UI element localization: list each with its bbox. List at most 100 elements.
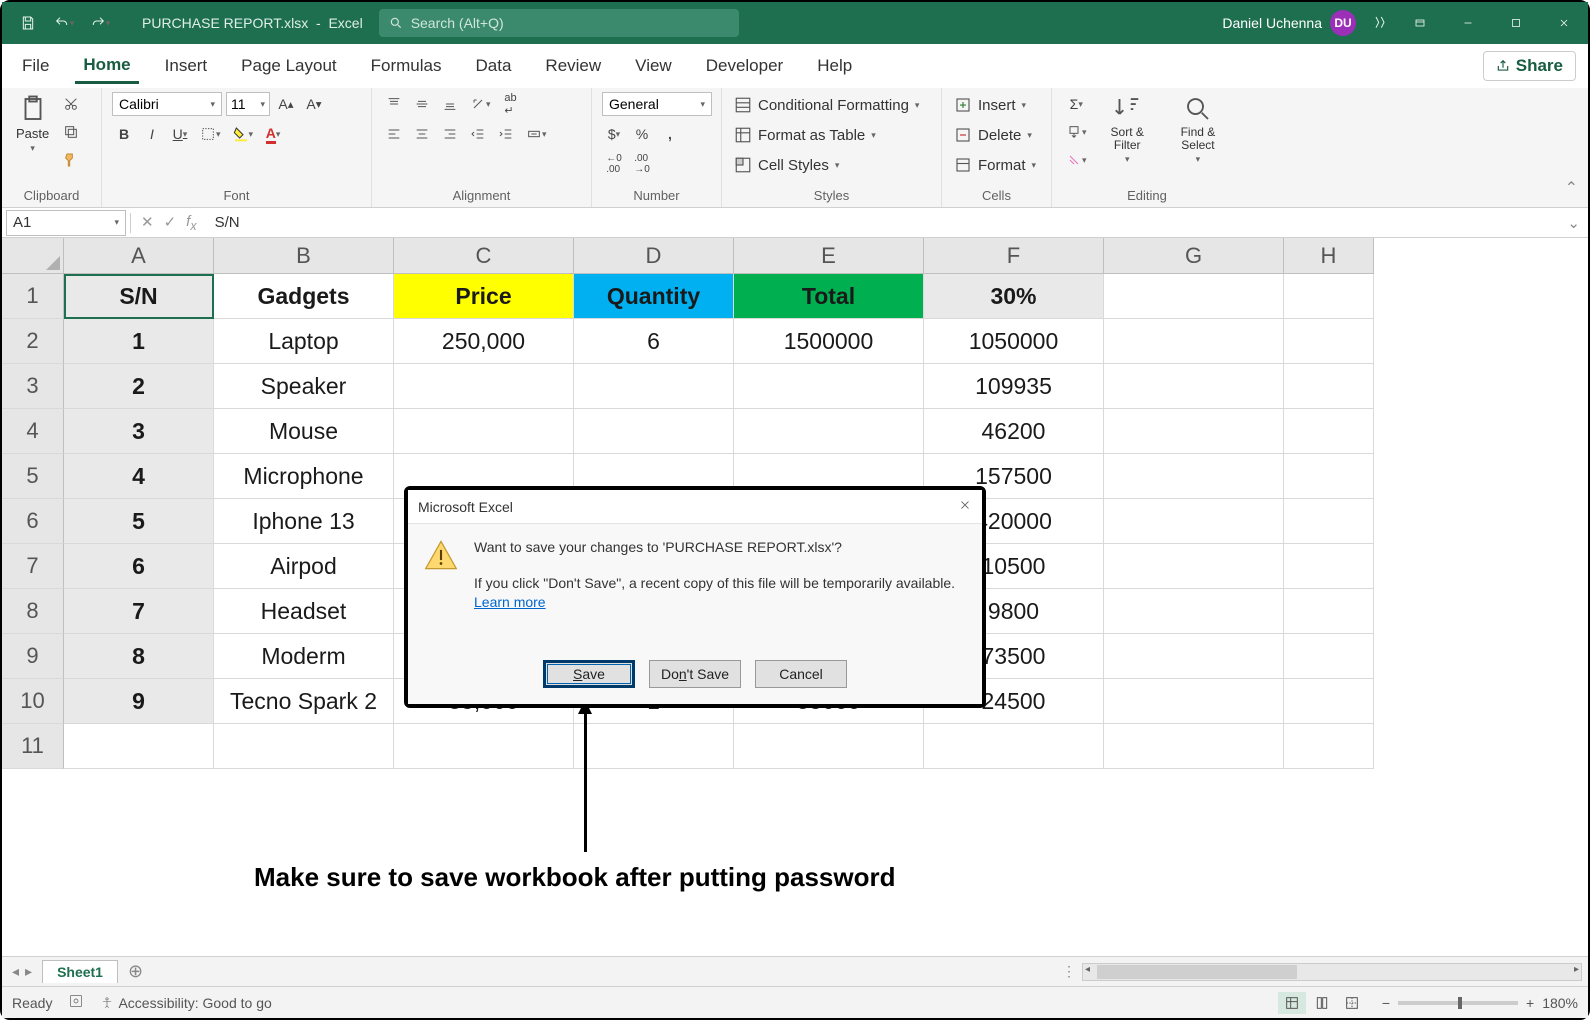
align-center-icon[interactable] bbox=[410, 122, 434, 146]
cell[interactable]: 30% bbox=[924, 274, 1104, 319]
cell[interactable] bbox=[1284, 499, 1374, 544]
cell[interactable] bbox=[1104, 724, 1284, 769]
save-icon[interactable] bbox=[12, 9, 44, 37]
prev-sheet-icon[interactable]: ◂ bbox=[12, 963, 19, 980]
cell[interactable]: 1 bbox=[64, 319, 214, 364]
number-format-select[interactable]: General▾ bbox=[602, 92, 712, 116]
dialog-close-icon[interactable] bbox=[958, 498, 972, 515]
align-top-icon[interactable] bbox=[382, 92, 406, 116]
cell[interactable] bbox=[394, 409, 574, 454]
row-header[interactable]: 11 bbox=[2, 724, 64, 769]
delete-cells-button[interactable]: Delete ▾ bbox=[952, 122, 1038, 148]
tab-data[interactable]: Data bbox=[468, 50, 520, 82]
fx-icon[interactable]: fx bbox=[186, 213, 196, 233]
redo-icon[interactable]: ▾ bbox=[84, 9, 116, 37]
cell[interactable]: 5 bbox=[64, 499, 214, 544]
cell[interactable] bbox=[1284, 274, 1374, 319]
cell-styles-button[interactable]: Cell Styles ▾ bbox=[732, 152, 921, 178]
cell[interactable]: Moderm bbox=[214, 634, 394, 679]
close-icon[interactable] bbox=[1540, 2, 1588, 44]
fill-color-icon[interactable]: ▾ bbox=[229, 122, 258, 146]
minimize-icon[interactable] bbox=[1444, 2, 1492, 44]
cell[interactable] bbox=[1284, 364, 1374, 409]
align-bottom-icon[interactable] bbox=[438, 92, 462, 116]
row-header[interactable]: 2 bbox=[2, 319, 64, 364]
cell[interactable] bbox=[1284, 679, 1374, 724]
cell[interactable]: 8 bbox=[64, 634, 214, 679]
cell[interactable]: 7 bbox=[64, 589, 214, 634]
cell[interactable] bbox=[1104, 679, 1284, 724]
align-left-icon[interactable] bbox=[382, 122, 406, 146]
cell[interactable] bbox=[1104, 589, 1284, 634]
increase-font-icon[interactable]: A▴ bbox=[274, 92, 298, 116]
page-break-view-icon[interactable] bbox=[1338, 992, 1366, 1014]
font-color-icon[interactable]: A▾ bbox=[261, 122, 285, 146]
row-header[interactable]: 4 bbox=[2, 409, 64, 454]
cell[interactable]: Quantity bbox=[574, 274, 734, 319]
page-layout-view-icon[interactable] bbox=[1308, 992, 1336, 1014]
cell[interactable] bbox=[394, 724, 574, 769]
cell[interactable]: 4 bbox=[64, 454, 214, 499]
cell[interactable] bbox=[1104, 634, 1284, 679]
zoom-level[interactable]: 180% bbox=[1542, 995, 1578, 1011]
save-button[interactable]: Save bbox=[543, 660, 635, 688]
cell[interactable] bbox=[1104, 499, 1284, 544]
increase-indent-icon[interactable] bbox=[494, 122, 518, 146]
row-header[interactable]: 8 bbox=[2, 589, 64, 634]
cell[interactable]: 109935 bbox=[924, 364, 1104, 409]
cell[interactable] bbox=[64, 724, 214, 769]
font-size-select[interactable]: 11▾ bbox=[226, 92, 270, 116]
cell[interactable]: 250,000 bbox=[394, 319, 574, 364]
row-header[interactable]: 6 bbox=[2, 499, 64, 544]
underline-button[interactable]: U ▾ bbox=[168, 122, 192, 146]
row-header[interactable]: 9 bbox=[2, 634, 64, 679]
cell[interactable]: Mouse bbox=[214, 409, 394, 454]
clear-icon[interactable]: ▾ bbox=[1062, 148, 1091, 172]
zoom-out-icon[interactable]: − bbox=[1382, 995, 1390, 1011]
cell[interactable] bbox=[734, 364, 924, 409]
row-header[interactable]: 5 bbox=[2, 454, 64, 499]
font-name-select[interactable]: Calibri▾ bbox=[112, 92, 222, 116]
next-sheet-icon[interactable]: ▸ bbox=[25, 963, 32, 980]
cell[interactable] bbox=[1284, 319, 1374, 364]
decrease-font-icon[interactable]: A▾ bbox=[302, 92, 326, 116]
orientation-icon[interactable]: ▾ bbox=[466, 92, 495, 116]
cell[interactable] bbox=[1104, 544, 1284, 589]
tab-home[interactable]: Home bbox=[75, 49, 138, 84]
maximize-icon[interactable] bbox=[1492, 2, 1540, 44]
tab-insert[interactable]: Insert bbox=[157, 50, 216, 82]
tab-page-layout[interactable]: Page Layout bbox=[233, 50, 344, 82]
paste-button[interactable]: Paste▾ bbox=[12, 92, 53, 156]
cell[interactable]: 2 bbox=[64, 364, 214, 409]
borders-icon[interactable]: ▾ bbox=[196, 122, 225, 146]
italic-button[interactable]: I bbox=[140, 122, 164, 146]
insert-cells-button[interactable]: Insert ▾ bbox=[952, 92, 1038, 118]
cancel-button[interactable]: Cancel bbox=[755, 660, 847, 688]
cell[interactable]: Laptop bbox=[214, 319, 394, 364]
column-header[interactable]: G bbox=[1104, 238, 1284, 274]
cell[interactable]: 6 bbox=[574, 319, 734, 364]
row-header[interactable]: 10 bbox=[2, 679, 64, 724]
cell[interactable]: Headset bbox=[214, 589, 394, 634]
ribbon-options-icon[interactable] bbox=[1396, 2, 1444, 44]
dont-save-button[interactable]: Don't Save bbox=[649, 660, 741, 688]
zoom-slider[interactable] bbox=[1398, 1001, 1518, 1005]
cell[interactable] bbox=[1104, 409, 1284, 454]
column-header[interactable]: F bbox=[924, 238, 1104, 274]
tab-review[interactable]: Review bbox=[537, 50, 609, 82]
wrap-text-icon[interactable]: ab↵ bbox=[499, 92, 523, 116]
decrease-indent-icon[interactable] bbox=[466, 122, 490, 146]
cell[interactable] bbox=[1104, 454, 1284, 499]
tab-help[interactable]: Help bbox=[809, 50, 860, 82]
increase-decimal-icon[interactable]: ←0.00 bbox=[602, 152, 626, 176]
cell[interactable] bbox=[394, 364, 574, 409]
expand-formula-bar-icon[interactable]: ⌄ bbox=[1559, 214, 1588, 232]
row-header[interactable]: 3 bbox=[2, 364, 64, 409]
tab-formulas[interactable]: Formulas bbox=[363, 50, 450, 82]
row-header[interactable]: 1 bbox=[2, 274, 64, 319]
find-select-button[interactable]: Find & Select▾ bbox=[1164, 92, 1232, 167]
macro-record-icon[interactable] bbox=[68, 993, 84, 1012]
cell[interactable]: 46200 bbox=[924, 409, 1104, 454]
cut-icon[interactable] bbox=[59, 92, 83, 116]
decrease-decimal-icon[interactable]: .00→0 bbox=[630, 152, 654, 176]
